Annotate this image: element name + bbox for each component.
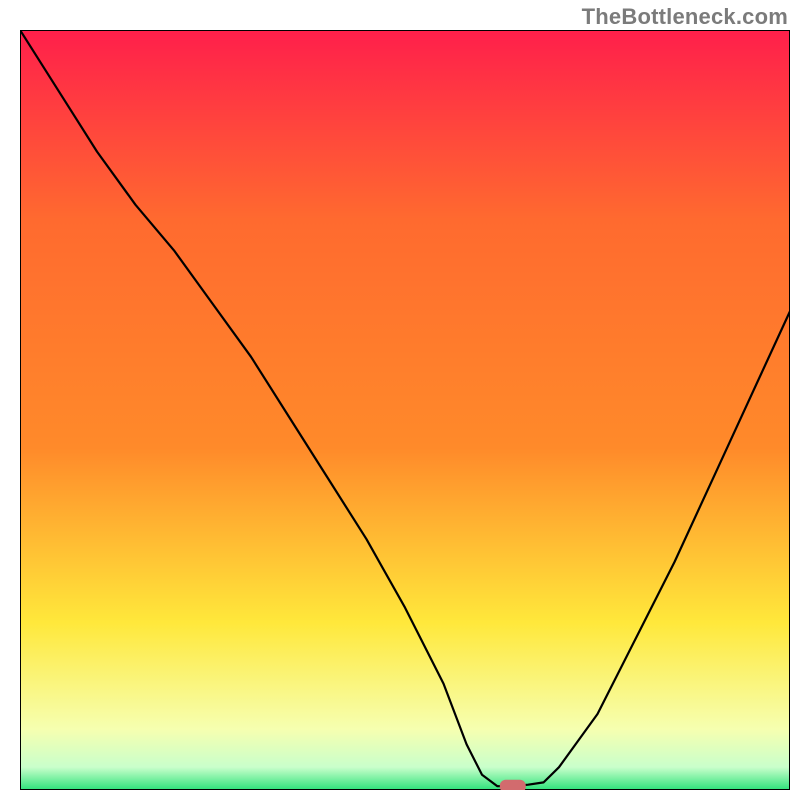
optimal-marker: [500, 780, 526, 790]
attribution-label: TheBottleneck.com: [582, 4, 788, 30]
gradient-background: [20, 30, 790, 790]
bottleneck-chart: [20, 30, 790, 790]
chart-frame: TheBottleneck.com: [0, 0, 800, 800]
plot-area: [20, 30, 790, 790]
